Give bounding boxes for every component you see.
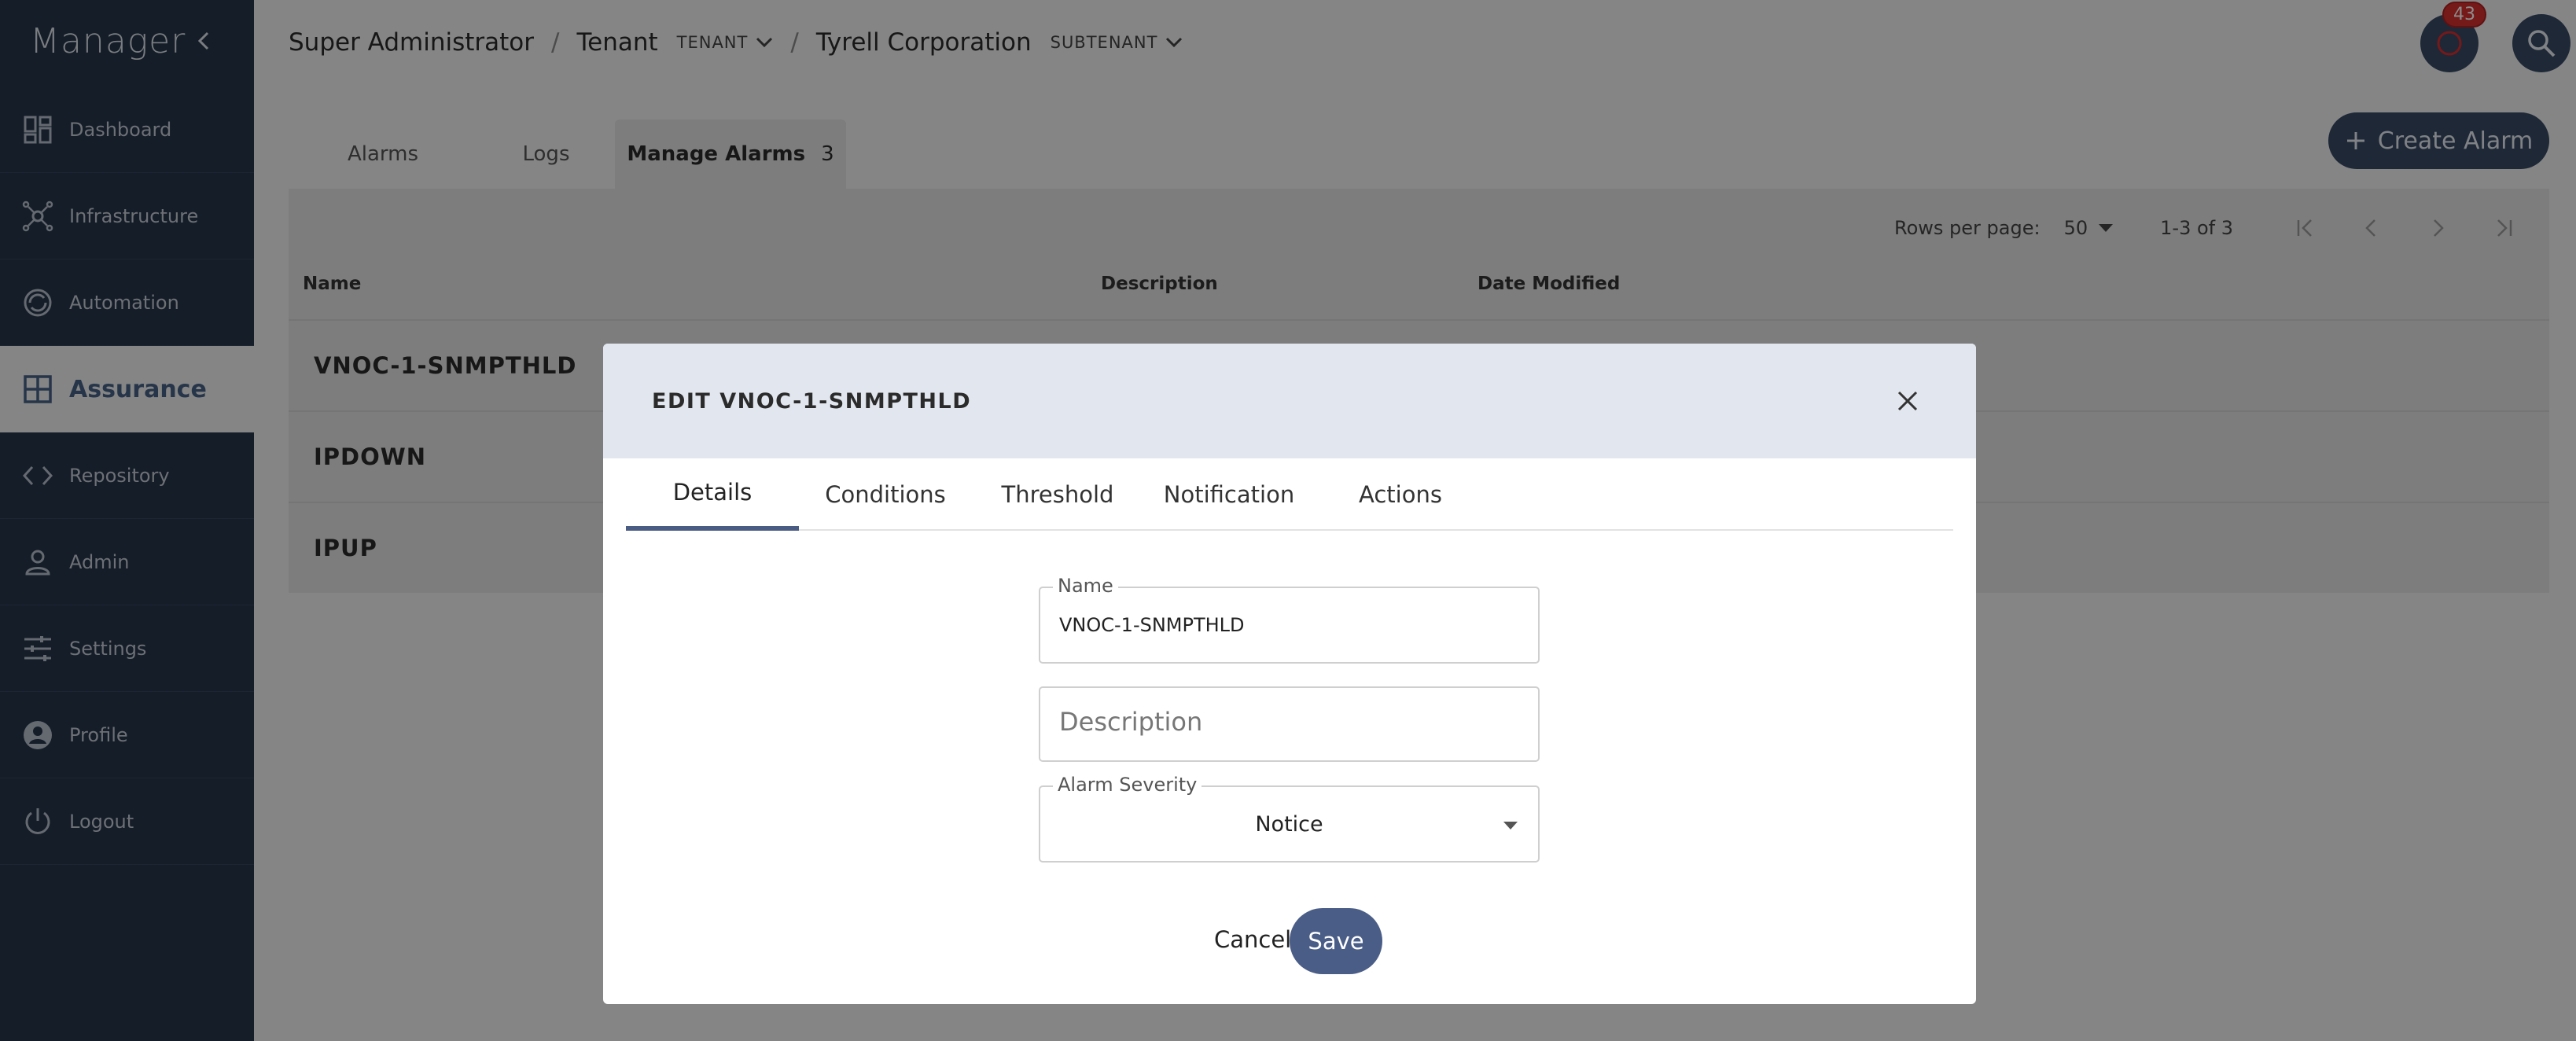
tab-details[interactable]: Details [626, 458, 799, 531]
edit-alarm-dialog: EDIT VNOC-1-SNMPTHLD Details Conditions … [603, 344, 1976, 1004]
grid-icon [22, 373, 53, 405]
name-input[interactable] [1040, 588, 1538, 662]
tab-label: Details [672, 479, 753, 506]
name-field: Name [1039, 575, 1540, 664]
save-button[interactable]: Save [1290, 908, 1382, 974]
tab-conditions[interactable]: Conditions [799, 458, 972, 531]
tab-label: Conditions [825, 481, 946, 508]
dialog-title: EDIT VNOC-1-SNMPTHLD [652, 388, 972, 414]
tab-label: Threshold [1001, 481, 1114, 508]
close-icon [1897, 391, 1918, 411]
tab-notification[interactable]: Notification [1143, 458, 1315, 531]
alarm-severity-field: Alarm Severity Notice [1039, 774, 1540, 863]
description-input[interactable] [1040, 688, 1538, 760]
dialog-tabs: Details Conditions Threshold Notificatio… [626, 458, 1953, 531]
tab-label: Actions [1359, 481, 1442, 508]
cancel-button[interactable]: Cancel [1203, 908, 1302, 971]
tab-threshold[interactable]: Threshold [972, 458, 1143, 531]
alarm-severity-value: Notice [1255, 811, 1323, 837]
sidebar-item-label: Assurance [69, 375, 207, 403]
alarm-severity-select[interactable]: Notice [1040, 787, 1538, 861]
name-field-label: Name [1053, 575, 1118, 597]
close-dialog-button[interactable] [1888, 381, 1927, 421]
description-field [1039, 686, 1540, 762]
caret-down-icon [1503, 822, 1518, 829]
dialog-header: EDIT VNOC-1-SNMPTHLD [603, 344, 1976, 458]
tab-actions[interactable]: Actions [1315, 458, 1486, 531]
tab-label: Notification [1163, 481, 1295, 508]
